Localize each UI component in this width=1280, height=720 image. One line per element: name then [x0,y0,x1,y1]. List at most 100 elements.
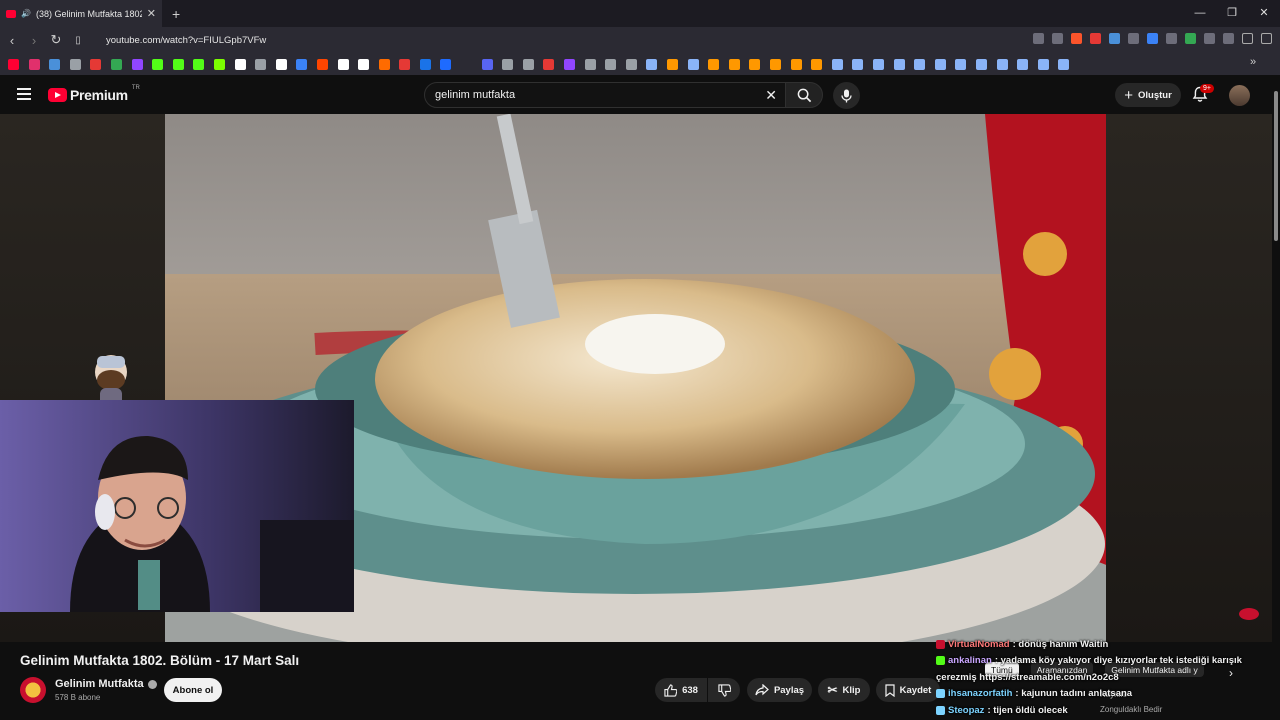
close-tab-icon[interactable]: ✕ [147,7,156,20]
bookmark-favicon-icon[interactable] [399,58,411,70]
save-button[interactable]: Kaydet [876,678,940,702]
close-window-button[interactable]: ✕ [1248,0,1280,27]
extension-icon[interactable] [1185,33,1196,44]
like-button[interactable]: 638 [655,678,707,702]
bookmark-favicon-icon[interactable] [1058,58,1070,70]
bookmark-favicon-icon[interactable] [914,58,926,70]
voice-search-button[interactable] [833,82,860,109]
bookmark-favicon-icon[interactable] [769,58,781,70]
bookmark-favicon-icon[interactable] [419,58,431,70]
bookmark-favicon-icon[interactable] [934,58,946,70]
clip-button[interactable]: ✂ Klip [818,678,870,702]
maximize-button[interactable]: ❐ [1216,0,1248,27]
bookmark-favicon-icon[interactable] [172,58,184,70]
bookmark-favicon-icon[interactable] [275,58,287,70]
bookmark-favicon-icon[interactable] [749,58,761,70]
hamburger-menu-icon[interactable] [17,88,31,103]
bookmark-favicon-icon[interactable] [667,58,678,70]
bookmark-favicon-icon[interactable] [625,58,637,70]
bookmark-favicon-icon[interactable] [872,58,884,70]
browser-tab[interactable]: 🔊 (38) Gelinim Mutfakta 1802. B ✕ [0,0,162,27]
thumbs-down-icon [717,683,731,697]
share-icon[interactable] [1052,33,1063,44]
search-input[interactable]: gelinim mutfakta ✕ [424,82,786,108]
bookmark-favicon-icon[interactable] [1017,58,1029,70]
bookmark-favicon-icon[interactable] [296,58,308,70]
bookmark-favicon-icon[interactable] [975,58,987,70]
sidebar-icon[interactable] [1223,33,1234,44]
bookmark-favicon-icon[interactable] [110,58,122,70]
extension-icon[interactable] [1090,33,1101,44]
bookmark-icon[interactable]: ▯ [72,35,84,46]
bookmark-favicon-icon[interactable] [337,58,349,70]
bookmark-favicon-icon[interactable] [234,58,246,70]
bookmark-favicon-icon[interactable] [811,58,823,70]
bookmark-favicon-icon[interactable] [213,58,225,70]
bookmark-favicon-icon[interactable] [522,58,534,70]
bookmark-favicon-icon[interactable] [584,58,596,70]
search-button[interactable] [785,82,823,108]
youtube-premium-logo[interactable]: Premium TR [48,85,140,103]
bookmark-favicon-icon[interactable] [461,58,473,70]
extension-icon[interactable] [1109,33,1120,44]
bookmarks-overflow-icon[interactable]: » [1250,56,1256,68]
bookmark-favicon-icon[interactable] [543,58,555,70]
subscribe-button[interactable]: Abone ol [164,678,222,702]
bookmark-favicon-icon[interactable] [28,58,40,70]
clear-search-icon[interactable]: ✕ [765,87,777,104]
bookmark-favicon-icon[interactable] [1037,58,1049,70]
menu-icon[interactable] [1261,33,1272,44]
extension-icon[interactable] [1128,33,1139,44]
channel-avatar[interactable] [20,677,46,703]
bookmark-favicon-icon[interactable] [90,58,102,70]
bookmark-favicon-icon[interactable] [378,58,390,70]
bookmark-favicon-icon[interactable] [193,58,205,70]
account-avatar[interactable] [1229,85,1250,106]
bookmark-favicon-icon[interactable] [69,58,81,70]
share-button[interactable]: Paylaş [747,678,812,702]
bookmark-favicon-icon[interactable] [8,58,19,70]
new-tab-button[interactable]: + [172,6,180,22]
bookmark-favicon-icon[interactable] [955,58,967,70]
bookmark-favicon-icon[interactable] [481,58,493,70]
bookmark-favicon-icon[interactable] [893,58,905,70]
extension-icon[interactable] [1147,33,1158,44]
bookmark-favicon-icon[interactable] [502,58,514,70]
extension-icon[interactable] [1166,33,1177,44]
bookmark-favicon-icon[interactable] [996,58,1008,70]
bookmark-favicon-icon[interactable] [646,58,658,70]
channel-name[interactable]: Gelinim Mutfakta [55,678,144,690]
bookmark-favicon-icon[interactable] [131,58,143,70]
bookmark-favicon-icon[interactable] [440,58,452,70]
bookmark-favicon-icon[interactable] [255,58,267,70]
bookmark-favicon-icon[interactable] [49,58,61,70]
brave-shield-icon[interactable] [1071,33,1082,44]
forward-icon[interactable]: › [28,33,40,48]
scrollbar-thumb[interactable] [1274,91,1278,241]
speaker-icon[interactable]: 🔊 [21,9,31,18]
puzzle-icon[interactable] [1204,33,1215,44]
cast-icon[interactable] [1033,33,1044,44]
bookmark-favicon-icon[interactable] [358,58,370,70]
bookmark-favicon-icon[interactable] [152,58,164,70]
bookmark-favicon-icon[interactable] [687,58,699,70]
microphone-icon [841,89,852,102]
channel-name-row[interactable]: Gelinim Mutfakta [55,678,157,690]
bookmark-favicon-icon[interactable] [605,58,617,70]
back-icon[interactable]: ‹ [6,33,18,48]
bookmark-favicon-icon[interactable] [831,58,843,70]
bookmark-favicon-icon[interactable] [708,58,720,70]
bookmark-favicon-icon[interactable] [790,58,802,70]
dislike-button[interactable] [708,678,740,702]
bookmark-favicon-icon[interactable] [316,58,328,70]
reload-icon[interactable]: ↻ [50,32,62,48]
minimize-button[interactable]: — [1184,0,1216,27]
bookmark-favicon-icon[interactable] [564,58,576,70]
url-field[interactable]: youtube.com/watch?v=FIULGpb7VFw [106,35,266,46]
create-button[interactable]: + Oluştur [1115,83,1181,107]
playlist-icon[interactable] [1242,33,1253,44]
bookmark-favicon-icon[interactable] [852,58,864,70]
channel-watermark-icon[interactable] [1239,608,1259,620]
bookmark-favicon-icon[interactable] [728,58,740,70]
page-scrollbar[interactable] [1272,75,1280,720]
